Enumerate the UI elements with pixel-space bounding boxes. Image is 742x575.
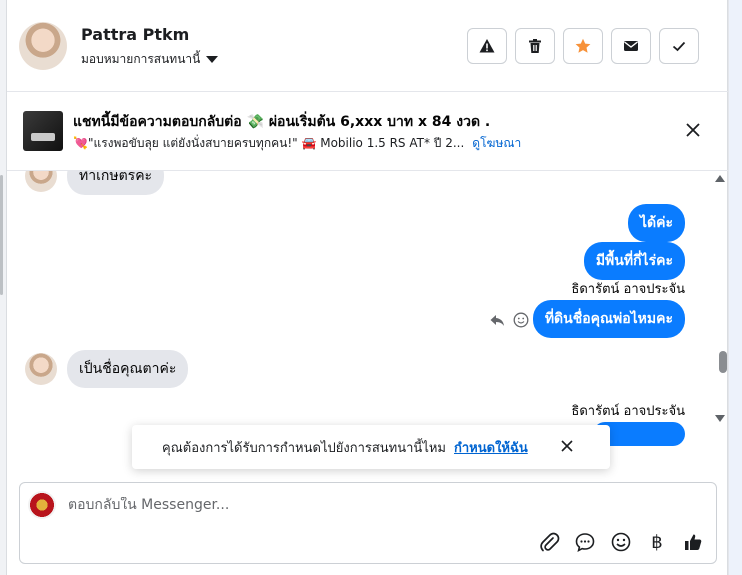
warning-icon (479, 39, 495, 53)
incoming-message[interactable]: ทำเกษตรค่ะ (67, 171, 165, 195)
mark-unread-button[interactable] (611, 28, 651, 64)
assign-dropdown[interactable]: มอบหมายการสนทนานี้ (81, 50, 219, 69)
delete-button[interactable] (515, 28, 555, 64)
ad-subtitle-text: 💘"แรงพอขับลุย แต่ยังนั่งสบายครบทุกคน!" 🚘… (73, 136, 465, 150)
sender-name: ธิดารัตน์ อาจประจัน (571, 404, 685, 419)
outgoing-message[interactable]: ได้ค่ะ (627, 204, 685, 242)
trash-icon (529, 39, 541, 53)
report-button[interactable] (467, 28, 507, 64)
reply-composer: ฿ (19, 482, 717, 564)
scrollbar-thumb[interactable] (719, 351, 727, 373)
check-icon (672, 41, 686, 52)
incoming-message[interactable]: เป็นชื่อคุณตาค่ะ (67, 350, 189, 388)
outgoing-message[interactable]: ที่ดินชื่อคุณพ่อไหมคะ (532, 300, 685, 338)
mark-done-button[interactable] (659, 28, 699, 64)
emoji-react-icon[interactable] (513, 312, 529, 328)
scroll-up-arrow[interactable] (715, 175, 725, 182)
contact-name[interactable]: Pattra Ptkm (81, 25, 189, 44)
view-ad-link[interactable]: ดูโฆษณา (472, 136, 521, 150)
conversation-panel: Pattra Ptkm มอบหมายการสนทนานี้ แชทนี้มีข… (6, 0, 729, 575)
reply-input[interactable] (68, 497, 668, 513)
envelope-icon (624, 41, 638, 51)
header-actions (467, 28, 699, 64)
toast-text: คุณต้องการได้รับการกำหนดไปยังการสนทนานี้… (162, 440, 446, 456)
emoji-icon[interactable] (610, 531, 632, 553)
right-strip (729, 0, 742, 575)
thumbs-up-icon[interactable] (682, 531, 704, 553)
assign-label: มอบหมายการสนทนานี้ (81, 52, 201, 66)
star-button[interactable] (563, 28, 603, 64)
assign-to-me-link[interactable]: กำหนดให้ฉัน (454, 437, 528, 458)
payment-icon[interactable]: ฿ (646, 532, 668, 553)
contact-avatar-small (25, 353, 57, 385)
conversation-header: Pattra Ptkm มอบหมายการสนทนานี้ (7, 0, 729, 92)
saved-reply-icon[interactable] (574, 531, 596, 553)
close-icon[interactable] (560, 439, 574, 453)
left-scroll-mark (0, 175, 3, 295)
composer-tools: ฿ (538, 531, 704, 553)
close-icon[interactable] (685, 122, 701, 138)
ad-title: แชทนี้มีข้อความตอบกลับต่อ 💸 ผ่อนเริ่มต้น… (73, 114, 491, 130)
caret-down-icon (206, 56, 219, 63)
ad-banner: แชทนี้มีข้อความตอบกลับต่อ 💸 ผ่อนเริ่มต้น… (7, 92, 729, 171)
ad-thumbnail[interactable] (23, 111, 63, 151)
message-tools (489, 312, 529, 328)
incoming-message-row: เป็นชื่อคุณตาค่ะ (25, 350, 189, 388)
sender-name: ธิดารัตน์ อาจประจัน (571, 282, 685, 297)
paperclip-icon[interactable] (538, 531, 560, 553)
outgoing-message[interactable]: มีพื้นที่กี่ไร่คะ (583, 242, 685, 280)
reply-icon[interactable] (489, 312, 505, 328)
scroll-down-arrow[interactable] (715, 415, 725, 422)
contact-avatar[interactable] (19, 22, 67, 70)
ad-subtitle: 💘"แรงพอขับลุย แต่ยังนั่งสบายครบทุกคน!" 🚘… (73, 134, 521, 153)
page-avatar (28, 491, 56, 519)
contact-avatar-small (25, 171, 57, 192)
star-icon (575, 38, 591, 53)
incoming-message-row: ทำเกษตรค่ะ (25, 171, 165, 195)
assign-toast: คุณต้องการได้รับการกำหนดไปยังการสนทนานี้… (132, 425, 610, 469)
